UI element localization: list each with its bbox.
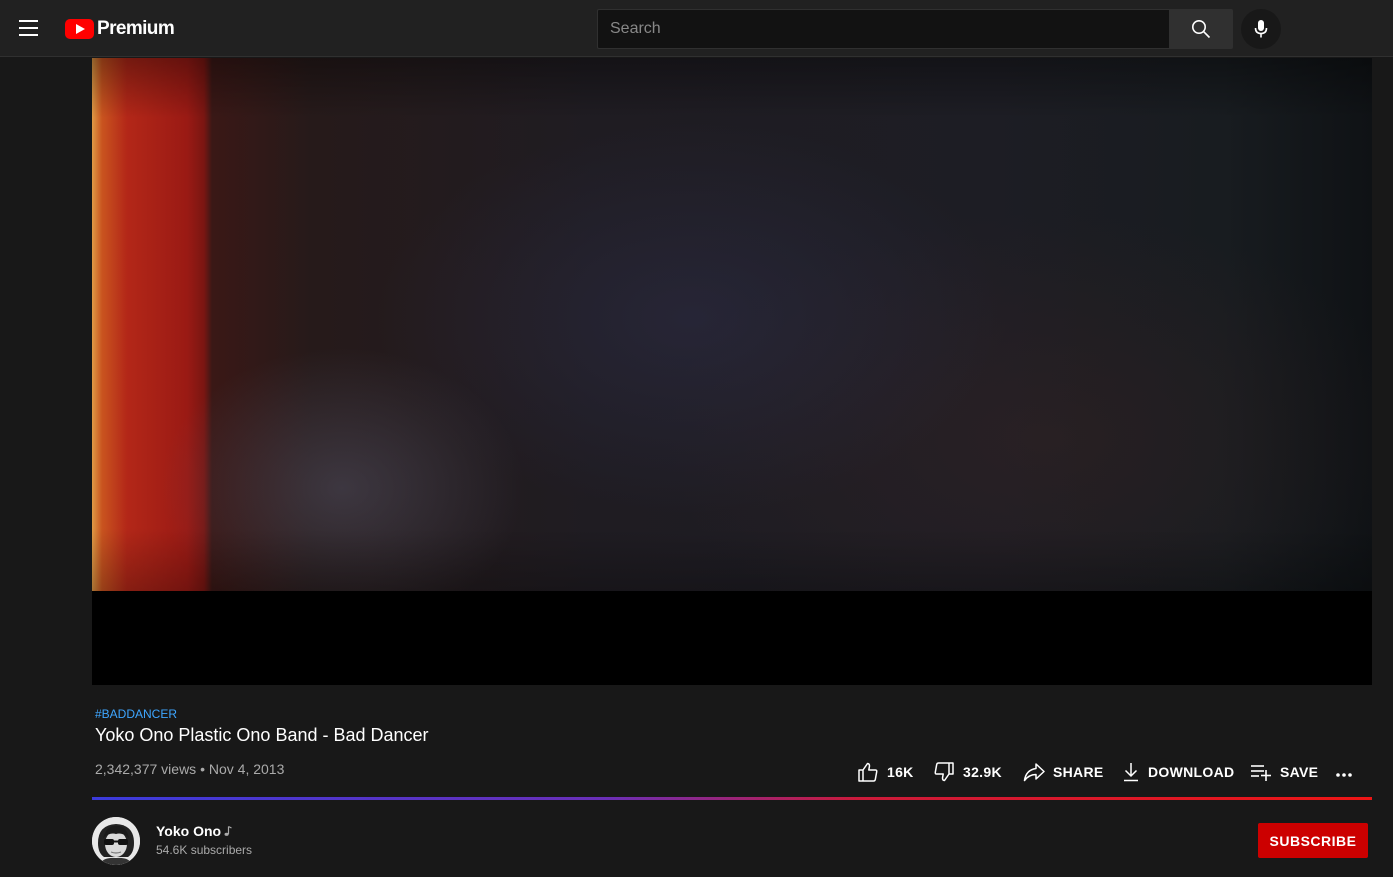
search-button[interactable] (1169, 9, 1233, 49)
video-player[interactable] (92, 58, 1372, 685)
sentiment-divider (92, 797, 1372, 800)
video-meta: 2,342,377 views • Nov 4, 2013 (95, 761, 284, 777)
masthead: Premium (0, 0, 1393, 57)
save-label: SAVE (1280, 764, 1319, 780)
dislike-button[interactable]: 32.9K (933, 754, 1002, 790)
publish-date: Nov 4, 2013 (208, 761, 285, 777)
channel-name[interactable]: Yoko Ono (156, 823, 221, 839)
like-icon (858, 762, 878, 782)
download-button[interactable]: DOWNLOAD (1122, 754, 1234, 790)
music-note-icon (224, 825, 232, 836)
save-button[interactable]: SAVE (1250, 754, 1318, 790)
menu-icon[interactable] (17, 16, 41, 40)
subscribe-button[interactable]: SUBSCRIBE (1258, 823, 1368, 858)
more-icon (1336, 773, 1352, 777)
search-icon (1192, 20, 1211, 39)
view-count: 2,342,377 views (95, 761, 197, 777)
youtube-premium-logo[interactable]: Premium (65, 17, 175, 41)
dislike-icon (934, 762, 954, 782)
share-label: SHARE (1053, 764, 1104, 780)
channel-avatar[interactable] (92, 817, 140, 865)
save-playlist-icon (1251, 765, 1271, 781)
mic-icon (1254, 20, 1268, 38)
avatar-image (92, 817, 140, 865)
logo-text: Premium (97, 18, 175, 39)
voice-search-button[interactable] (1241, 9, 1281, 49)
share-icon (1023, 763, 1045, 782)
like-count: 16K (887, 764, 914, 780)
meta-separator: • (200, 761, 205, 777)
share-button[interactable]: SHARE (1023, 754, 1104, 790)
like-button[interactable]: 16K (857, 754, 914, 790)
more-actions-button[interactable] (1334, 754, 1354, 790)
hashtag-link[interactable]: #BADDANCER (95, 707, 177, 721)
search-box (597, 9, 1170, 49)
video-title: Yoko Ono Plastic Ono Band - Bad Dancer (95, 725, 429, 745)
dislike-count: 32.9K (963, 764, 1002, 780)
download-icon (1124, 763, 1138, 782)
search-input[interactable] (598, 10, 1170, 48)
video-frame (92, 58, 1372, 591)
youtube-logo-icon (65, 19, 94, 39)
download-label: DOWNLOAD (1148, 764, 1235, 780)
subscriber-count: 54.6K subscribers (156, 843, 253, 857)
